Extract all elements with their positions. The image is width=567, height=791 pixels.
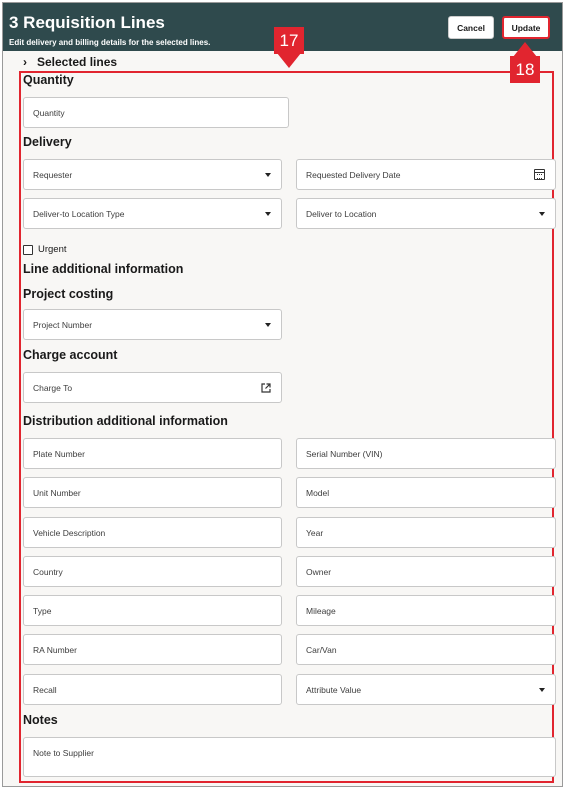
plate-number-label: Plate Number — [33, 448, 85, 459]
urgent-checkbox-row[interactable]: Urgent — [23, 244, 67, 255]
attribute-value-select[interactable]: Attribute Value — [296, 674, 556, 705]
requested-delivery-date-input[interactable]: Requested Delivery Date — [296, 159, 556, 190]
car-van-input[interactable]: Car/Van — [296, 634, 556, 665]
selected-lines-toggle[interactable]: › Selected lines — [23, 55, 117, 69]
recall-input[interactable]: Recall — [23, 674, 282, 705]
owner-input[interactable]: Owner — [296, 556, 556, 587]
attribute-value-label: Attribute Value — [306, 684, 362, 695]
callout-18-arrow — [513, 42, 537, 57]
deliver-to-location-type-label: Deliver-to Location Type — [33, 208, 125, 219]
project-number-label: Project Number — [33, 319, 93, 330]
unit-number-label: Unit Number — [33, 487, 81, 498]
model-input[interactable]: Model — [296, 477, 556, 508]
model-label: Model — [306, 487, 330, 498]
ra-number-input[interactable]: RA Number — [23, 634, 282, 665]
charge-to-input[interactable]: Charge To — [23, 372, 282, 403]
caret-down-icon — [539, 687, 545, 692]
country-input[interactable]: Country — [23, 556, 282, 587]
plate-number-input[interactable]: Plate Number — [23, 438, 282, 469]
callout-18: 18 — [510, 56, 540, 83]
chevron-right-icon: › — [23, 55, 27, 69]
requisition-lines-panel: 3 Requisition Lines Edit delivery and bi… — [2, 2, 563, 787]
section-project-costing: Project costing — [23, 287, 114, 301]
quantity-placeholder: Quantity — [33, 107, 65, 118]
calendar-icon[interactable] — [534, 169, 545, 180]
serial-number-label: Serial Number (VIN) — [306, 448, 383, 459]
requested-delivery-date-label: Requested Delivery Date — [306, 169, 401, 180]
section-quantity: Quantity — [23, 73, 74, 87]
selected-lines-label: Selected lines — [37, 55, 118, 69]
note-to-supplier-textarea[interactable]: Note to Supplier — [23, 737, 556, 777]
owner-label: Owner — [306, 566, 332, 577]
caret-down-icon — [539, 211, 545, 216]
caret-down-icon — [265, 211, 271, 216]
deliver-to-location-label: Deliver to Location — [306, 208, 377, 219]
update-button[interactable]: Update — [502, 16, 550, 39]
page-subtitle: Edit delivery and billing details for th… — [9, 38, 211, 47]
type-label: Type — [33, 605, 52, 616]
ra-number-label: RA Number — [33, 644, 77, 655]
deliver-to-location-select[interactable]: Deliver to Location — [296, 198, 556, 229]
caret-down-icon — [265, 322, 271, 327]
vehicle-description-input[interactable]: Vehicle Description — [23, 517, 282, 548]
callout-17: 17 — [274, 27, 304, 54]
urgent-label: Urgent — [38, 244, 67, 255]
recall-label: Recall — [33, 684, 57, 695]
country-label: Country — [33, 566, 63, 577]
section-distribution-additional-information: Distribution additional information — [23, 414, 228, 428]
car-van-label: Car/Van — [306, 644, 337, 655]
deliver-to-location-type-select[interactable]: Deliver-to Location Type — [23, 198, 282, 229]
project-number-select[interactable]: Project Number — [23, 309, 282, 340]
quantity-input[interactable]: Quantity — [23, 97, 289, 128]
unit-number-input[interactable]: Unit Number — [23, 477, 282, 508]
section-line-additional-information: Line additional information — [23, 262, 184, 276]
requester-select[interactable]: Requester — [23, 159, 282, 190]
note-to-supplier-label: Note to Supplier — [33, 748, 94, 758]
year-input[interactable]: Year — [296, 517, 556, 548]
cancel-button[interactable]: Cancel — [448, 16, 494, 39]
callout-17-arrow — [277, 53, 301, 68]
vehicle-description-label: Vehicle Description — [33, 527, 106, 538]
requester-label: Requester — [33, 169, 73, 180]
type-input[interactable]: Type — [23, 595, 282, 626]
mileage-input[interactable]: Mileage — [296, 595, 556, 626]
serial-number-input[interactable]: Serial Number (VIN) — [296, 438, 556, 469]
charge-to-label: Charge To — [33, 382, 73, 393]
year-label: Year — [306, 527, 324, 538]
mileage-label: Mileage — [306, 605, 336, 616]
urgent-checkbox[interactable] — [23, 244, 33, 255]
section-delivery: Delivery — [23, 135, 72, 149]
open-external-icon[interactable] — [261, 382, 271, 393]
section-charge-account: Charge account — [23, 348, 118, 362]
caret-down-icon — [265, 172, 271, 177]
page-title: 3 Requisition Lines — [9, 13, 165, 32]
section-notes: Notes — [23, 713, 58, 727]
